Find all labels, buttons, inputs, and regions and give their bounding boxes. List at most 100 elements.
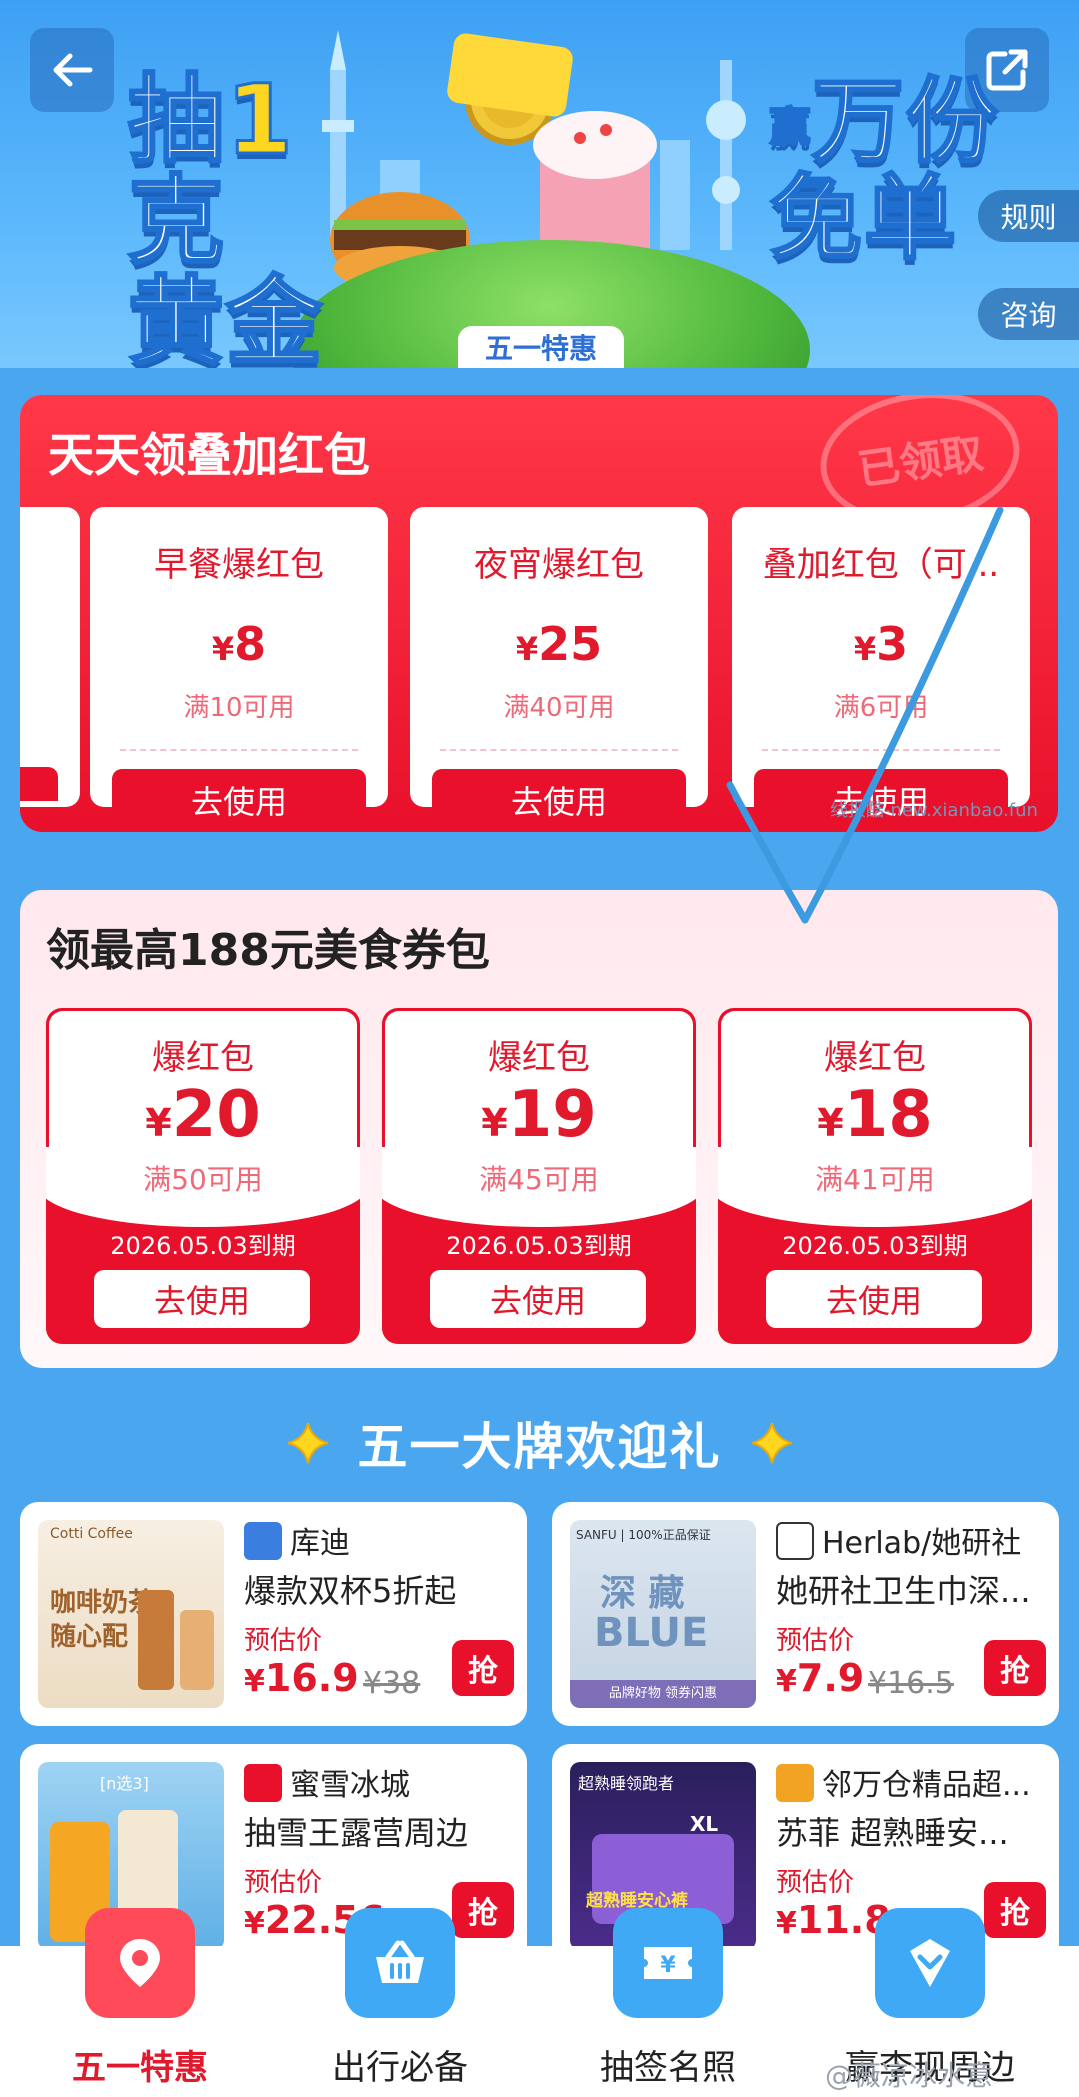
currency-symbol: ¥: [244, 1664, 265, 1699]
slogan-right-1b: 万份: [810, 68, 1001, 175]
grab-button[interactable]: 抢: [984, 1640, 1046, 1696]
coupon-condition: 满41可用: [815, 1163, 935, 1196]
tab-label: 抽签名照: [600, 2048, 736, 2088]
section-title: 天天领叠加红包: [48, 428, 370, 482]
coupon-amount: ¥25: [410, 617, 708, 671]
map-pin-icon: [85, 1908, 195, 2018]
coupon-card: 爆红包 ¥18 满41可用 2026.05.03到期 去使用: [718, 1008, 1032, 1344]
coupon-condition: 满50可用: [143, 1163, 263, 1196]
promo-ribbon: 五一特惠: [458, 326, 624, 368]
price-label: 预估价: [244, 1626, 323, 1656]
original-price: ¥38: [363, 1666, 421, 1701]
original-price: ¥16.5: [868, 1666, 954, 1701]
slogan-left-1a: 抽: [127, 64, 226, 176]
coupon-name: 早餐爆红包: [154, 545, 324, 585]
slogan-left-1c: 克: [127, 164, 226, 277]
coupon-amount: ¥20: [46, 1078, 360, 1152]
amount-value: 20: [171, 1078, 261, 1152]
back-button[interactable]: [30, 28, 114, 112]
divider: [440, 749, 678, 751]
coupon-name: 夜宵爆红包: [474, 545, 644, 585]
coupon-condition: 满40可用: [503, 693, 615, 723]
coupon-condition: 满10可用: [183, 693, 295, 723]
tab-may-day-deals[interactable]: 五一特惠: [30, 1908, 250, 2097]
coupon-name: 爆红包: [152, 1038, 254, 1078]
rules-button[interactable]: 规则: [978, 190, 1079, 242]
coupon-card: 夜宵爆红包 ¥25 满40可用 去使用: [410, 507, 708, 831]
grab-button[interactable]: 抢: [452, 1640, 514, 1696]
price-label: 预估价: [244, 1868, 323, 1898]
thumb-headline: 深 藏: [600, 1573, 685, 1614]
currency-symbol: ¥: [211, 630, 235, 668]
grab-button[interactable]: 抢: [984, 1882, 1046, 1938]
coupon-name: 爆红包: [824, 1038, 926, 1078]
grab-button[interactable]: 抢: [452, 1882, 514, 1938]
coupon-card: 爆红包 ¥20 满50可用 2026.05.03到期 去使用: [46, 1008, 360, 1344]
coupon-card: 早餐爆红包 ¥8 满10可用 去使用: [90, 507, 388, 831]
use-button[interactable]: 去使用: [766, 1270, 982, 1328]
use-button[interactable]: 去使用: [112, 769, 366, 831]
product-card[interactable]: Cotti Coffee 咖啡奶茶 随心配 库迪 爆款双杯5折起 预估价 ¥16…: [20, 1502, 527, 1726]
consult-button[interactable]: 咨询: [978, 288, 1079, 340]
thumb-footer: 品牌好物 领券闪惠: [570, 1680, 756, 1708]
thumb-brand-text: SANFU | 100%正品保证: [576, 1528, 711, 1542]
coupon-amount: ¥19: [382, 1078, 696, 1152]
coupon-expiry: 2026.05.03到期: [110, 1232, 296, 1260]
use-button[interactable]: 去使用: [432, 769, 686, 831]
currency-symbol: ¥: [776, 1664, 797, 1699]
brand-name: 蜜雪冰城: [290, 1768, 410, 1803]
tab-signed-photo-draw[interactable]: ¥ 抽签名照: [558, 1908, 778, 2097]
price-label: 预估价: [776, 1868, 855, 1898]
amount-value: 25: [538, 617, 603, 671]
slogan-right-1a: 赢: [769, 104, 812, 151]
currency-symbol: ¥: [481, 1101, 508, 1145]
daily-stack-coupons-section: 天天领叠加红包 已领取 早餐爆红包 ¥8 满10可用 去使用 夜宵爆红包 ¥25…: [20, 395, 1058, 832]
coupon-condition: 满45可用: [479, 1163, 599, 1196]
product-image: SANFU | 100%正品保证 深 藏 BLUE 品牌好物 领券闪惠: [570, 1520, 756, 1708]
brand-section-header: 五一大牌欢迎礼: [0, 1408, 1079, 1478]
thumb-subline: BLUE: [594, 1610, 709, 1656]
section-title: 领最高188元美食券包: [46, 925, 490, 976]
product-name: 抽雪王露营周边: [244, 1814, 469, 1852]
tab-travel-essentials[interactable]: 出行必备: [290, 1908, 510, 2097]
basket-icon: [345, 1908, 455, 2018]
estimated-price: ¥16.9: [244, 1656, 359, 1700]
tab-label: 出行必备: [332, 2048, 468, 2088]
coupon-card: 叠加红包（可... ¥3 满6可用 去使用: [732, 507, 1030, 831]
coupon-amount: ¥8: [90, 617, 388, 671]
svg-text:¥: ¥: [660, 1953, 676, 1978]
brand-logo: [776, 1522, 814, 1560]
use-button[interactable]: 去使用: [94, 1270, 310, 1328]
coupon-expiry: 2026.05.03到期: [446, 1232, 632, 1260]
divider: [120, 749, 358, 751]
currency-symbol: ¥: [244, 1906, 265, 1941]
amount-value: 8: [234, 617, 267, 671]
ticket-icon: ¥: [613, 1908, 723, 2018]
footer-watermark: @薇凉冰水意: [825, 2059, 994, 2092]
price-value: 16.9: [264, 1656, 359, 1700]
currency-symbol: ¥: [776, 1906, 797, 1941]
product-card[interactable]: SANFU | 100%正品保证 深 藏 BLUE 品牌好物 领券闪惠 Herl…: [552, 1502, 1059, 1726]
thumb-tag: [n选3]: [100, 1774, 149, 1793]
tab-label: 五一特惠: [72, 2048, 208, 2088]
sparkle-star-icon: [751, 1422, 792, 1464]
use-button[interactable]: 去使用: [430, 1270, 646, 1328]
coupon-condition: 满6可用: [833, 693, 929, 723]
use-button-partial[interactable]: [20, 767, 58, 801]
arrow-left-icon: [53, 53, 93, 87]
coupon-card-partial: [20, 507, 80, 807]
coupon-name: 叠加红包（可...: [762, 545, 1000, 585]
brand-name: Herlab/她研社: [822, 1526, 1022, 1561]
slogan-right-2: 免单: [769, 164, 959, 272]
slogan-left-2: 黄金: [127, 265, 324, 368]
thumb-subline: 随心配: [50, 1622, 129, 1652]
amount-value: 3: [876, 617, 909, 671]
divider: [762, 749, 1000, 751]
food-coupon-pack-section: 领最高188元美食券包 爆红包 ¥20 满50可用 2026.05.03到期 去…: [20, 890, 1058, 1368]
amount-value: 19: [507, 1078, 597, 1152]
watermark-link-text: 线报酷-new.xianbao.fun: [830, 800, 1038, 821]
currency-symbol: ¥: [817, 1101, 844, 1145]
drink-cup-illustration: [180, 1610, 214, 1690]
estimated-price: ¥11.8: [776, 1898, 891, 1942]
coupon-name: 爆红包: [488, 1038, 590, 1078]
